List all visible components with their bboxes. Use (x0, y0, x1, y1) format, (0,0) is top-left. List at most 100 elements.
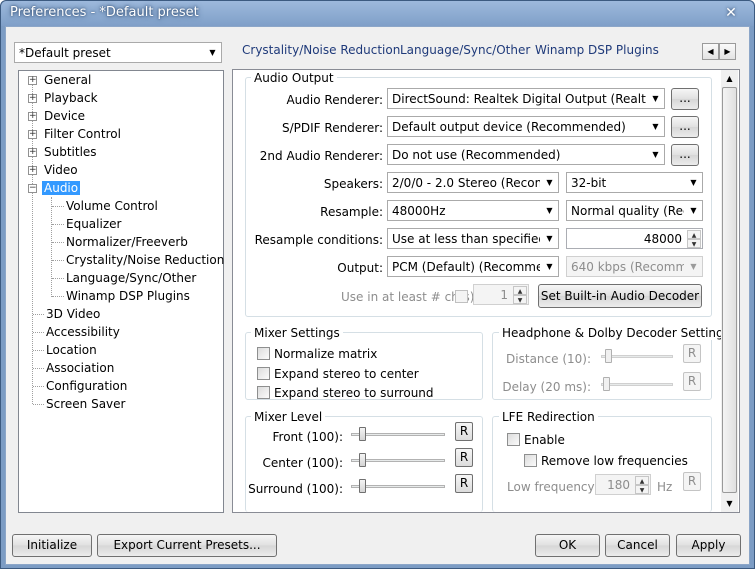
center-reset-button[interactable]: R (455, 448, 473, 467)
plus-box-icon[interactable]: + (28, 76, 37, 85)
tree-item-device[interactable]: Device (44, 107, 85, 125)
minus-box-icon[interactable]: − (28, 184, 37, 193)
surround-slider[interactable] (351, 479, 445, 493)
plus-box-icon[interactable]: + (28, 94, 37, 103)
front-slider[interactable] (351, 427, 445, 441)
resample-quality-dropdown[interactable]: Normal quality (Recommended) ▼ (566, 200, 703, 221)
spdif-renderer-label: S/PDIF Renderer: (282, 121, 383, 135)
plus-box-icon[interactable]: + (28, 166, 37, 175)
expand-center-checkbox[interactable] (257, 367, 270, 380)
output-format-dropdown[interactable]: PCM (Default) (Recommended) ▼ (387, 256, 559, 277)
chevron-left-icon[interactable]: ◀ (702, 43, 719, 60)
tree-item-association[interactable]: Association (46, 359, 114, 377)
normalize-matrix-checkbox[interactable] (257, 347, 270, 360)
chevron-right-icon[interactable]: ▶ (719, 43, 736, 60)
tab-winamp-dsp[interactable]: Winamp DSP Plugins (535, 43, 659, 57)
tree-item-normalizer[interactable]: Normalizer/Freeverb (66, 233, 188, 251)
lfe-enable-label: Enable (524, 433, 565, 447)
chevron-down-icon: ▼ (690, 178, 697, 187)
delay-slider[interactable] (601, 377, 673, 391)
at-least-channels-input[interactable]: 1 ▲ ▼ (473, 284, 529, 305)
speakers-dropdown[interactable]: 2/0/0 - 2.0 Stereo (Recommended) ▼ (387, 172, 559, 193)
surround-label: Surround (100): (248, 482, 343, 496)
distance-slider[interactable] (601, 349, 673, 363)
tree-item-accessibility[interactable]: Accessibility (46, 323, 120, 341)
tree-item-filter-control[interactable]: Filter Control (44, 125, 121, 143)
plus-box-icon[interactable]: + (28, 148, 37, 157)
tree-item-equalizer[interactable]: Equalizer (66, 215, 121, 233)
chevron-down-icon: ▼ (652, 94, 659, 103)
bit-depth-value: 32-bit (571, 176, 607, 190)
tree-item-3d-video[interactable]: 3D Video (46, 305, 100, 323)
window-title: Preferences - *Default preset (10, 5, 199, 20)
spdif-renderer-dropdown[interactable]: Default output device (Recommended) ▼ (387, 116, 665, 137)
center-slider[interactable] (351, 453, 445, 467)
low-frequency-input[interactable]: 180 ▲ ▼ (595, 474, 651, 495)
tree-item-volume-control[interactable]: Volume Control (66, 197, 158, 215)
scroll-down-icon[interactable]: ▼ (721, 495, 738, 512)
second-renderer-more-button[interactable]: ... (671, 144, 699, 166)
tree-item-configuration[interactable]: Configuration (46, 377, 127, 395)
remove-low-checkbox[interactable] (524, 454, 537, 467)
preset-dropdown[interactable]: *Default preset ▼ (14, 42, 222, 63)
scrollbar-thumb[interactable] (722, 87, 737, 493)
tree-item-audio[interactable]: Audio (42, 179, 81, 197)
ok-button[interactable]: OK (535, 534, 600, 557)
tree-item-video[interactable]: Video (44, 161, 78, 179)
plus-box-icon[interactable]: + (28, 130, 37, 139)
tree-item-crystality[interactable]: Crystality/Noise Reduction (66, 251, 224, 269)
low-frequency-reset-button[interactable]: R (683, 472, 701, 491)
tree-item-playback[interactable]: Playback (44, 89, 98, 107)
slider-thumb[interactable] (605, 349, 612, 363)
title-bar[interactable]: Preferences - *Default preset ✕ (1, 1, 754, 26)
front-reset-button[interactable]: R (455, 422, 473, 441)
resample-label: Resample: (320, 205, 383, 219)
spdif-renderer-more-button[interactable]: ... (671, 116, 699, 138)
chevron-down-icon: ▼ (209, 48, 216, 57)
tab-language-sync[interactable]: Language/Sync/Other (400, 43, 530, 57)
lfe-enable-checkbox[interactable] (507, 433, 520, 446)
spin-down-icon[interactable]: ▼ (687, 239, 701, 248)
slider-thumb[interactable] (359, 479, 366, 493)
chevron-down-icon: ▼ (546, 178, 553, 187)
delay-reset-button[interactable]: R (683, 372, 701, 391)
slider-thumb[interactable] (359, 453, 366, 467)
bit-depth-dropdown[interactable]: 32-bit ▼ (566, 172, 703, 193)
slider-thumb[interactable] (359, 427, 366, 441)
resample-conditions-dropdown[interactable]: Use at less than specified sample rate ▼ (387, 228, 559, 249)
tab-crystality[interactable]: Crystality/Noise Reduction (242, 43, 400, 57)
spin-up-icon[interactable]: ▲ (687, 230, 701, 239)
second-renderer-dropdown[interactable]: Do not use (Recommended) ▼ (387, 144, 665, 165)
at-least-channels-checkbox[interactable] (455, 290, 468, 303)
spin-up-icon[interactable]: ▲ (513, 286, 527, 295)
close-icon[interactable]: ✕ (722, 4, 740, 22)
cancel-button[interactable]: Cancel (605, 534, 670, 557)
spin-down-icon[interactable]: ▼ (513, 295, 527, 304)
distance-reset-button[interactable]: R (683, 344, 701, 363)
resample-rate-input[interactable]: 48000 ▲ ▼ (566, 228, 703, 249)
spin-up-icon[interactable]: ▲ (635, 476, 649, 485)
tree-line (33, 404, 44, 405)
slider-thumb[interactable] (603, 377, 610, 391)
audio-renderer-dropdown[interactable]: DirectSound: Realtek Digital Output (Rea… (387, 88, 665, 109)
tree-item-general[interactable]: General (44, 71, 91, 89)
tree-item-screen-saver[interactable]: Screen Saver (46, 395, 125, 413)
export-presets-button[interactable]: Export Current Presets... (97, 534, 277, 557)
tree-item-language-sync[interactable]: Language/Sync/Other (66, 269, 196, 287)
output-bitrate-dropdown[interactable]: 640 kbps (Recommended) ▼ (566, 256, 703, 277)
spin-down-icon[interactable]: ▼ (635, 485, 649, 494)
audio-renderer-more-button[interactable]: ... (671, 88, 699, 110)
initialize-button[interactable]: Initialize (12, 534, 92, 557)
plus-box-icon[interactable]: + (28, 112, 37, 121)
tree-item-subtitles[interactable]: Subtitles (44, 143, 97, 161)
tree-item-winamp-dsp[interactable]: Winamp DSP Plugins (66, 287, 190, 305)
page-scrollbar[interactable]: ▲ ▼ (721, 70, 738, 512)
resample-dropdown[interactable]: 48000Hz ▼ (387, 200, 559, 221)
surround-reset-button[interactable]: R (455, 474, 473, 493)
scroll-up-icon[interactable]: ▲ (721, 70, 738, 87)
tree-line (51, 197, 52, 297)
tree-item-location[interactable]: Location (46, 341, 97, 359)
apply-button[interactable]: Apply (676, 534, 741, 557)
set-builtin-decoder-button[interactable]: Set Built-in Audio Decoder (538, 284, 702, 308)
expand-surround-checkbox[interactable] (257, 386, 270, 399)
